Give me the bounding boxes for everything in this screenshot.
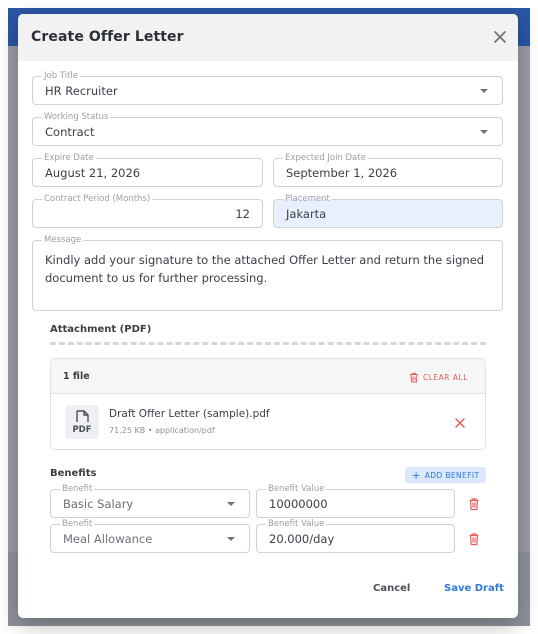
placement-value: Jakarta	[286, 207, 327, 221]
caret-down-icon	[480, 130, 488, 134]
benefit-value-label: Benefit Value	[266, 518, 327, 530]
plus-icon: +	[411, 468, 421, 482]
cancel-button[interactable]: Cancel	[373, 583, 410, 594]
dialog-title: Create Offer Letter	[31, 29, 184, 45]
working-status-select[interactable]: Working Status Contract	[32, 111, 503, 146]
benefit-select-value: Meal Allowance	[63, 532, 153, 546]
caret-down-icon	[227, 502, 235, 506]
clear-all-button[interactable]: CLEAR ALL	[409, 369, 468, 385]
working-status-label: Working Status	[42, 111, 111, 123]
attachment-label: Attachment (PDF)	[50, 324, 152, 335]
expected-join-date-field[interactable]: Expected Join Date September 1, 2026	[273, 152, 503, 187]
benefit-select-label: Benefit	[60, 483, 95, 495]
clear-all-label: CLEAR ALL	[423, 372, 468, 382]
expected-join-date-label: Expected Join Date	[283, 152, 368, 164]
benefit-value-field[interactable]: Benefit Value 20.000/day	[256, 518, 455, 553]
pdf-icon-text: PDF	[72, 425, 91, 435]
add-benefit-label: ADD BENEFIT	[424, 470, 480, 480]
expected-join-date-value: September 1, 2026	[286, 166, 398, 180]
remove-file-icon[interactable]	[453, 416, 467, 430]
job-title-value: HR Recruiter	[45, 84, 118, 98]
pdf-file-icon: PDF	[65, 405, 99, 439]
benefit-select[interactable]: Benefit Meal Allowance	[50, 518, 250, 553]
caret-down-icon	[480, 89, 488, 93]
benefit-value-field[interactable]: Benefit Value 10000000	[256, 483, 455, 518]
benefit-select[interactable]: Benefit Basic Salary	[50, 483, 250, 518]
file-meta: 71.25 KB • application/pdf	[109, 426, 215, 435]
delete-benefit-icon[interactable]	[467, 532, 481, 546]
message-label: Message	[42, 234, 84, 246]
file-count: 1 file	[63, 371, 90, 382]
message-value: Kindly add your signature to the attache…	[45, 253, 485, 285]
placement-field[interactable]: Placement Jakarta	[273, 193, 503, 228]
file-name: Draft Offer Letter (sample).pdf	[109, 408, 270, 420]
expire-date-label: Expire Date	[42, 152, 96, 164]
working-status-value: Contract	[45, 125, 95, 139]
benefit-value-text: 10000000	[269, 497, 328, 511]
benefit-select-value: Basic Salary	[63, 497, 134, 511]
benefit-select-label: Benefit	[60, 518, 95, 530]
contract-period-value: 12	[235, 207, 250, 221]
expire-date-field[interactable]: Expire Date August 21, 2026	[32, 152, 263, 187]
delete-benefit-icon[interactable]	[467, 497, 481, 511]
job-title-select[interactable]: Job Title HR Recruiter	[32, 70, 503, 105]
dialog-header: Create Offer Letter	[18, 14, 518, 61]
create-offer-letter-dialog: Create Offer Letter Job Title HR Recruit…	[18, 14, 518, 618]
save-draft-button[interactable]: Save Draft	[444, 583, 504, 594]
attachment-dropzone[interactable]	[50, 342, 486, 345]
benefits-label: Benefits	[50, 468, 97, 479]
attachment-file-list: 1 file CLEAR ALL PDF Draft Offer Letter …	[50, 358, 486, 450]
contract-period-field[interactable]: Contract Period (Months) 12	[32, 193, 263, 228]
benefit-value-text: 20.000/day	[269, 532, 335, 546]
file-list-header: 1 file CLEAR ALL	[51, 359, 485, 394]
expire-date-value: August 21, 2026	[45, 166, 141, 180]
contract-period-label: Contract Period (Months)	[42, 193, 153, 205]
job-title-label: Job Title	[42, 70, 81, 82]
benefit-value-label: Benefit Value	[266, 483, 327, 495]
message-textarea[interactable]: Message Kindly add your signature to the…	[32, 234, 503, 311]
add-benefit-button[interactable]: + ADD BENEFIT	[405, 467, 486, 483]
trash-icon	[410, 372, 418, 382]
caret-down-icon	[227, 537, 235, 541]
placement-label: Placement	[283, 193, 332, 205]
close-icon[interactable]	[490, 27, 510, 47]
